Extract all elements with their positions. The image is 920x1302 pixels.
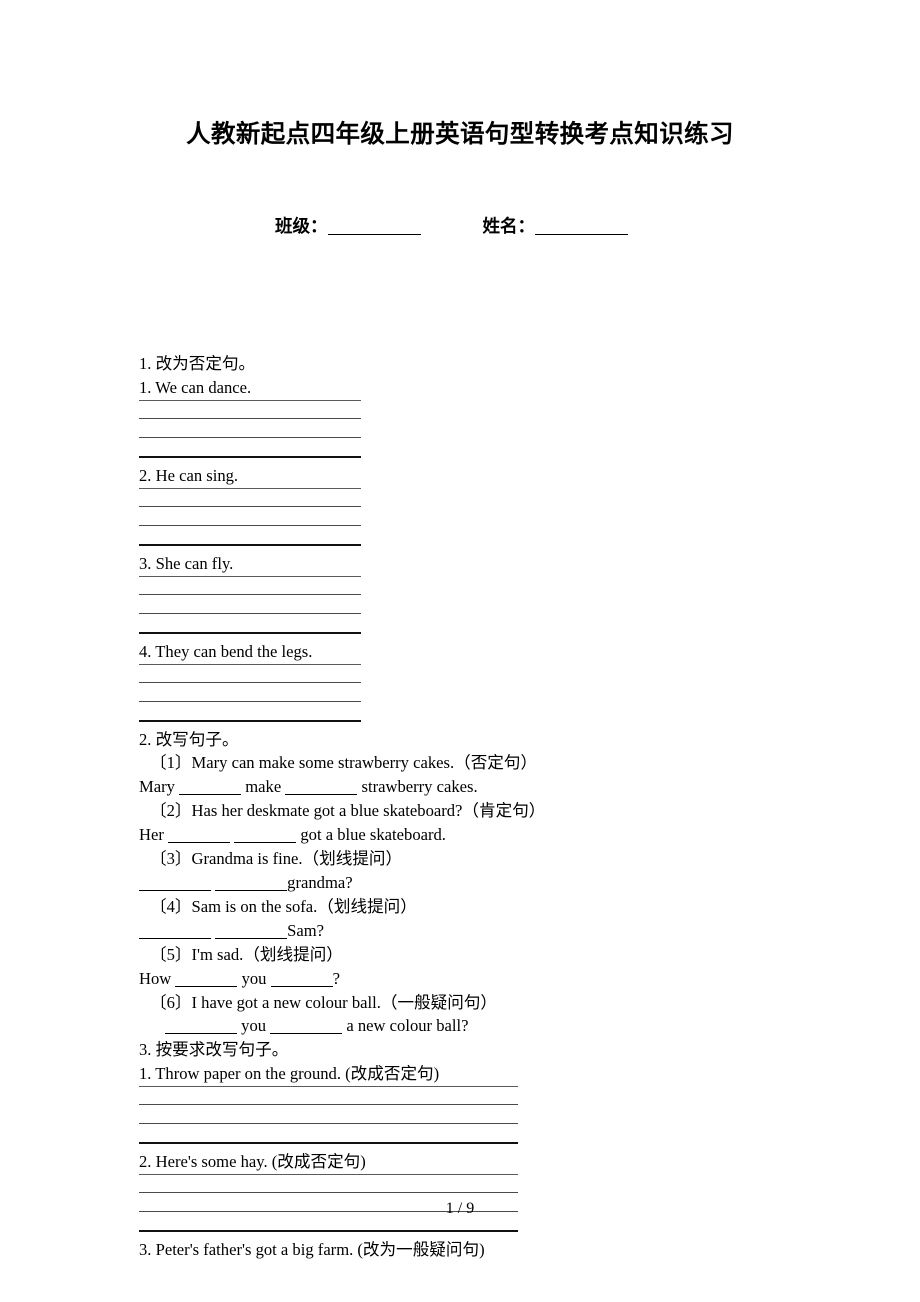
section1-item2-answer-lines[interactable]: [139, 487, 779, 552]
section2-item6-answer: you a new colour ball?: [139, 1014, 779, 1038]
rule-spacer: [139, 507, 779, 525]
worksheet-page: 人教新起点四年级上册英语句型转换考点知识练习 班级： 姓名： 1. 改为否定句。 …: [0, 0, 920, 1302]
class-label: 班级：: [275, 216, 328, 236]
section1-item4-prompt: 4. They can bend the legs.: [139, 641, 313, 661]
answer-mid: you: [241, 1016, 267, 1036]
rule-spacer: [139, 665, 779, 682]
answer-suffix: grandma?: [287, 872, 353, 892]
section3-item1-answer-lines[interactable]: [139, 1086, 779, 1150]
section1-item4-answer-lines[interactable]: [139, 663, 779, 728]
rule-spacer: [139, 614, 779, 632]
name-label: 姓名：: [482, 216, 536, 236]
section2-item2-answer: Her got a blue skateboard.: [139, 823, 779, 847]
fill-blank[interactable]: [215, 925, 288, 939]
section2-item4-answer: Sam?: [139, 919, 779, 943]
section-heading-1: 1. 改为否定句。: [139, 354, 256, 373]
section2-item3-answer: grandma?: [139, 871, 779, 895]
section2-item1-prompt: 〔1〕Mary can make some strawberry cakes.（…: [150, 753, 538, 773]
rule-spacer: [139, 577, 779, 594]
section-heading-2: 2. 改写句子。: [139, 729, 239, 749]
student-info-row: 班级： 姓名：: [275, 213, 628, 239]
answer-mid: make: [245, 777, 282, 797]
section1-item1-answer-lines[interactable]: [139, 399, 779, 464]
rule-spacer: [139, 1124, 779, 1142]
class-blank-field[interactable]: [327, 220, 421, 235]
section2-item6-prompt: 〔6〕I have got a new colour ball.（一般疑问句）: [150, 992, 498, 1012]
fill-blank[interactable]: [270, 1020, 343, 1035]
section3-item1-prompt: 1. Throw paper on the ground. (改成否定句): [139, 1064, 440, 1084]
rule-spacer: [139, 526, 779, 544]
answer-mid: you: [241, 968, 267, 988]
fill-blank[interactable]: [234, 829, 297, 844]
fill-blank[interactable]: [139, 877, 211, 891]
rule-spacer: [139, 702, 779, 720]
answer-prefix: How: [139, 968, 172, 988]
fill-blank[interactable]: [165, 1020, 237, 1035]
rule-spacer: [139, 683, 779, 701]
name-blank-field[interactable]: [535, 220, 628, 235]
section-heading-3: 3. 按要求改写句子。: [139, 1040, 289, 1060]
rule-spacer: [139, 489, 779, 506]
answer-suffix: Sam?: [287, 920, 325, 940]
rule-spacer: [139, 1087, 779, 1104]
answer-suffix: a new colour ball?: [346, 1016, 469, 1036]
fill-blank[interactable]: [179, 781, 242, 796]
section1-item3-answer-lines[interactable]: [139, 575, 779, 640]
rule-spacer: [139, 438, 779, 456]
fill-blank[interactable]: [285, 781, 358, 796]
answer-prefix: Her: [139, 825, 164, 845]
answer-suffix: ?: [332, 968, 340, 988]
section1-item2-prompt: 2. He can sing.: [139, 465, 239, 485]
section3-item2-prompt: 2. Here's some hay. (改成否定句): [139, 1152, 366, 1172]
section2-item2-prompt: 〔2〕Has her deskmate got a blue skateboar…: [150, 801, 546, 821]
fill-blank[interactable]: [139, 925, 211, 939]
section1-item1-prompt: 1. We can dance.: [139, 377, 252, 397]
section1-item3-prompt: 3. She can fly.: [139, 553, 234, 573]
answer-prefix: Mary: [139, 777, 175, 797]
answer-suffix: strawberry cakes.: [361, 777, 478, 797]
rule-spacer: [139, 401, 779, 418]
section2-item5-answer: How you ?: [139, 967, 779, 991]
section2-item4-prompt: 〔4〕Sam is on the sofa.（划线提问）: [150, 896, 417, 916]
rule-spacer: [139, 1105, 779, 1123]
worksheet-body: 1. 改为否定句。 1. We can dance. 2. He can sin…: [139, 352, 779, 1262]
section2-item5-prompt: 〔5〕I'm sad.（划线提问）: [150, 944, 343, 964]
rule-spacer: [139, 595, 779, 613]
section2-item1-answer: Mary make strawberry cakes.: [139, 775, 779, 799]
answer-suffix: got a blue skateboard.: [300, 825, 446, 845]
section2-item3-prompt: 〔3〕Grandma is fine.（划线提问）: [150, 849, 403, 869]
page-footer: 1 / 9: [445, 1200, 475, 1217]
rule-spacer: [139, 419, 779, 437]
fill-blank[interactable]: [175, 973, 238, 987]
rule-spacer: [139, 1175, 779, 1192]
section3-item3-prompt: 3. Peter's father's got a big farm. (改为一…: [139, 1240, 485, 1260]
page-title: 人教新起点四年级上册英语句型转换考点知识练习: [186, 121, 734, 148]
fill-blank[interactable]: [270, 973, 333, 987]
fill-blank[interactable]: [215, 877, 288, 891]
fill-blank[interactable]: [168, 829, 231, 844]
